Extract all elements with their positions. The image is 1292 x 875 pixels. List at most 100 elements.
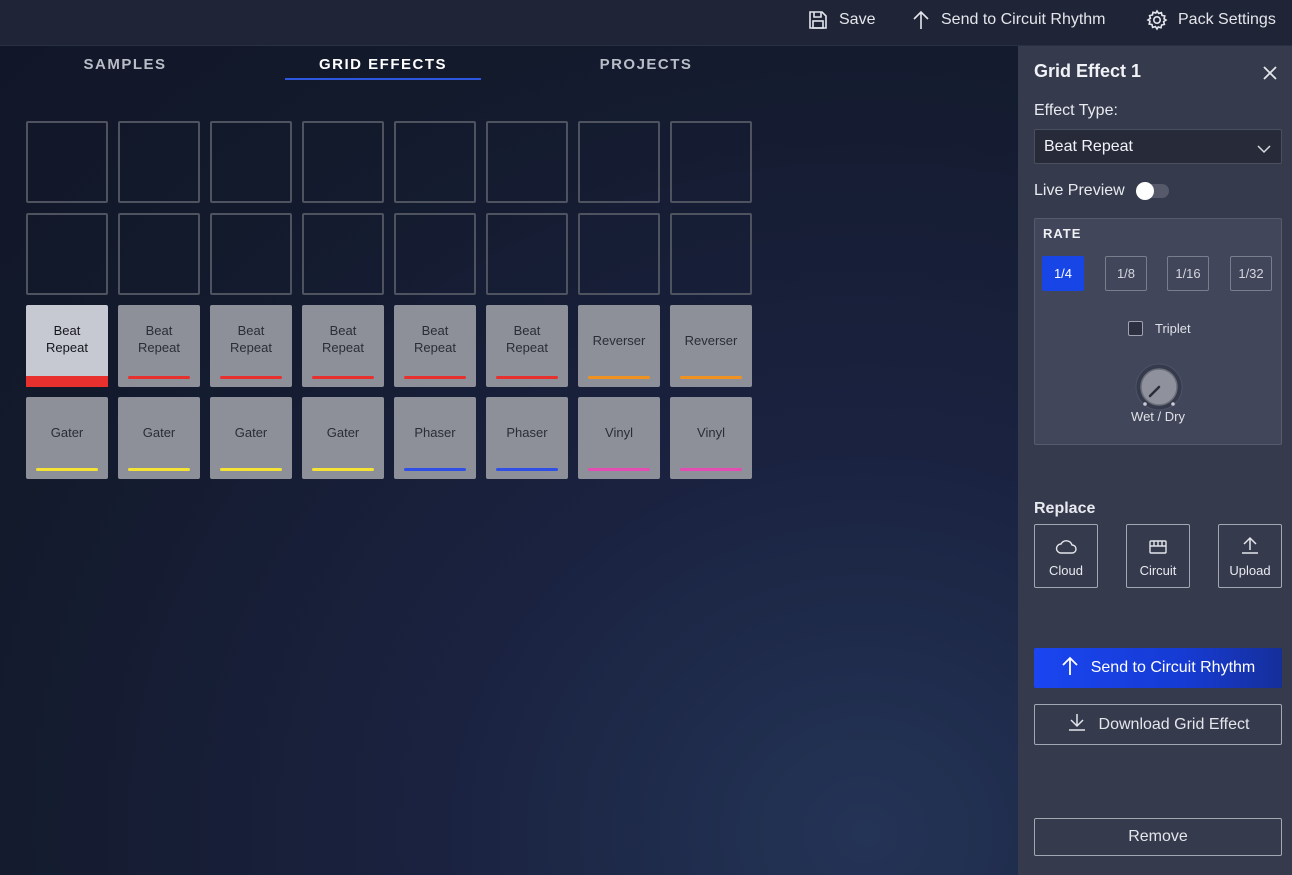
pad-color-bar [404, 376, 466, 379]
effect-pad[interactable]: Phaser [486, 397, 568, 479]
pad-label: Reverser [685, 332, 738, 349]
effect-pad[interactable]: Reverser [578, 305, 660, 387]
empty-pad[interactable] [670, 213, 752, 295]
effect-pad[interactable]: Beat Repeat [486, 305, 568, 387]
empty-pad[interactable] [118, 213, 200, 295]
pad-color-bar [496, 376, 558, 379]
rate-option-1-4[interactable]: 1/4 [1042, 256, 1084, 291]
pad-color-bar [128, 468, 190, 471]
effect-pad[interactable]: Beat Repeat [26, 305, 108, 387]
rate-option-1-32[interactable]: 1/32 [1230, 256, 1272, 291]
effect-pad[interactable]: Gater [302, 397, 384, 479]
effect-pad[interactable]: Beat Repeat [394, 305, 476, 387]
main-area: SAMPLES GRID EFFECTS PROJECTS Beat Repeat… [0, 46, 1018, 875]
empty-pad[interactable] [302, 213, 384, 295]
wet-dry-label: Wet / Dry [1131, 409, 1185, 424]
panel-title: Grid Effect 1 [1034, 61, 1142, 81]
tab-samples[interactable]: SAMPLES [26, 46, 224, 82]
effect-type-label: Effect Type: [1034, 102, 1118, 119]
empty-pad[interactable] [26, 213, 108, 295]
effect-pad[interactable]: Beat Repeat [302, 305, 384, 387]
pad-label: Phaser [414, 424, 455, 441]
empty-pad[interactable] [670, 121, 752, 203]
effect-pad[interactable]: Gater [118, 397, 200, 479]
effect-pad[interactable]: Gater [26, 397, 108, 479]
rate-option-1-8[interactable]: 1/8 [1105, 256, 1147, 291]
pad-label: Gater [143, 424, 176, 441]
pad-label: Beat Repeat [322, 322, 364, 356]
upload-label: Upload [1229, 563, 1271, 578]
upload-icon [1240, 535, 1260, 563]
empty-pad[interactable] [486, 213, 568, 295]
empty-pad[interactable] [394, 121, 476, 203]
pad-label-line: Repeat [230, 340, 272, 355]
send-to-device-button[interactable]: Send to Circuit Rhythm [911, 0, 1106, 40]
empty-pad[interactable] [210, 213, 292, 295]
replace-upload-button[interactable]: Upload [1218, 524, 1282, 588]
download-grid-effect-button[interactable]: Download Grid Effect [1034, 704, 1282, 745]
pad-label: Gater [327, 424, 360, 441]
pad-color-bar [588, 376, 650, 379]
download-button-label: Download Grid Effect [1098, 715, 1250, 733]
cloud-icon [1055, 539, 1077, 563]
replace-circuit-button[interactable]: Circuit [1126, 524, 1190, 588]
effect-pad[interactable]: Gater [210, 397, 292, 479]
remove-button[interactable]: Remove [1034, 818, 1282, 856]
pad-label: Beat Repeat [46, 322, 88, 356]
effect-pad[interactable]: Phaser [394, 397, 476, 479]
effect-pad[interactable]: Vinyl [670, 397, 752, 479]
empty-pad[interactable] [486, 121, 568, 203]
pad-color-bar [26, 376, 108, 387]
pad-color-bar [128, 376, 190, 379]
pad-label-line: Reverser [592, 333, 646, 348]
upload-arrow-icon [1061, 655, 1079, 682]
upload-arrow-icon [911, 9, 931, 31]
effect-pad[interactable]: Reverser [670, 305, 752, 387]
replace-cloud-button[interactable]: Cloud [1034, 524, 1098, 588]
pad-label: Vinyl [697, 424, 725, 441]
replace-title: Replace [1034, 500, 1096, 517]
pad-label-line: Repeat [414, 340, 456, 355]
empty-pad[interactable] [26, 121, 108, 203]
pad-label: Gater [235, 424, 268, 441]
pad-label-line: Repeat [138, 340, 180, 355]
device-icon [1148, 539, 1168, 563]
pad-label-line: Beat [145, 323, 173, 338]
empty-pad[interactable] [578, 213, 660, 295]
chevron-down-icon [1257, 141, 1271, 159]
close-panel-button[interactable] [1261, 64, 1279, 82]
live-preview-toggle[interactable] [1136, 182, 1169, 200]
empty-pad[interactable] [210, 121, 292, 203]
empty-pad[interactable] [302, 121, 384, 203]
effect-pad[interactable]: Beat Repeat [210, 305, 292, 387]
pad-label: Beat Repeat [138, 322, 180, 356]
rate-section: RATE 1/4 1/8 1/16 1/32 Triplet Wet / Dry [1034, 218, 1282, 445]
rate-title: RATE [1043, 226, 1082, 241]
send-to-circuit-rhythm-button[interactable]: Send to Circuit Rhythm [1034, 648, 1282, 688]
empty-pad[interactable] [578, 121, 660, 203]
rate-option-1-16[interactable]: 1/16 [1167, 256, 1209, 291]
pad-label-line: Gater [326, 425, 360, 440]
tab-projects[interactable]: PROJECTS [548, 46, 744, 82]
pad-color-bar [680, 468, 742, 471]
gear-icon [1146, 9, 1168, 31]
save-button[interactable]: Save [807, 0, 875, 40]
pad-color-bar [496, 468, 558, 471]
effect-type-select[interactable]: Beat Repeat [1034, 129, 1282, 164]
wet-dry-knob[interactable] [1134, 362, 1184, 412]
pad-label: Phaser [506, 424, 547, 441]
triplet-checkbox[interactable] [1128, 321, 1143, 336]
download-icon [1067, 712, 1087, 737]
effect-pad[interactable]: Beat Repeat [118, 305, 200, 387]
close-icon [1261, 66, 1279, 86]
pad-label-line: Vinyl [697, 425, 725, 440]
pad-label-line: Vinyl [605, 425, 633, 440]
circuit-label: Circuit [1139, 563, 1177, 578]
pad-color-bar [588, 468, 650, 471]
pack-settings-button[interactable]: Pack Settings [1146, 0, 1276, 40]
effect-pad[interactable]: Vinyl [578, 397, 660, 479]
live-preview-label: Live Preview [1034, 182, 1125, 199]
empty-pad[interactable] [118, 121, 200, 203]
tab-grid-effects[interactable]: GRID EFFECTS [285, 46, 481, 82]
empty-pad[interactable] [394, 213, 476, 295]
